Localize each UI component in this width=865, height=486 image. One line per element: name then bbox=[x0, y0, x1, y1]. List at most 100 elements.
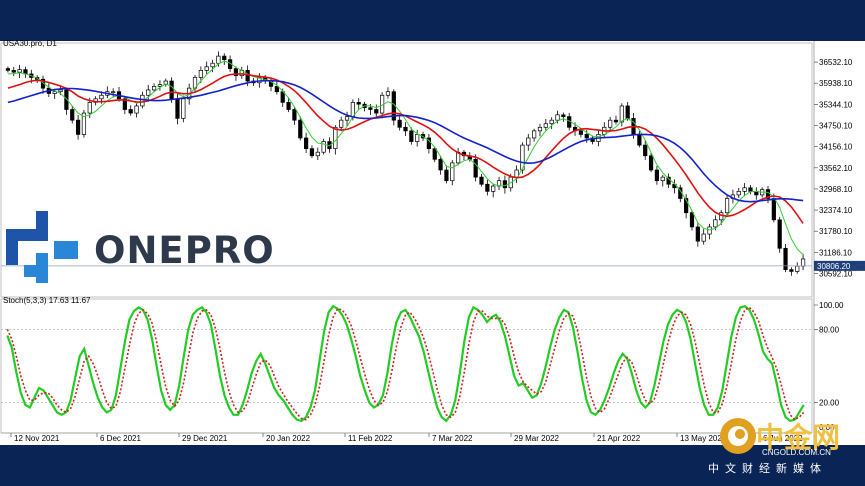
candle-body bbox=[181, 98, 186, 119]
price-tick-label: 34156.10 bbox=[819, 143, 853, 152]
time-tick-label: 21 Apr 2022 bbox=[597, 434, 641, 443]
candle-body bbox=[298, 119, 303, 139]
candle-body bbox=[724, 198, 730, 214]
candle-body bbox=[526, 137, 531, 146]
candle-body bbox=[146, 89, 151, 96]
candle-body bbox=[643, 144, 648, 157]
cngold-tagline: 中文财经新媒体 bbox=[708, 462, 827, 475]
cngold-logo: 中金网 CNGOLD.COM.CN 中文财经新媒体 bbox=[708, 410, 865, 486]
time-tick-label: 7 Mar 2022 bbox=[432, 434, 473, 443]
cngold-domain: CNGOLD.COM.CN bbox=[762, 448, 831, 457]
candle-body bbox=[713, 219, 718, 228]
candle-body bbox=[707, 226, 712, 235]
time-tick-label: 6 Dec 2021 bbox=[100, 434, 141, 443]
candle-body bbox=[292, 109, 297, 121]
candle-body bbox=[549, 119, 554, 125]
candle-body bbox=[578, 130, 584, 135]
candle-body bbox=[415, 134, 420, 142]
candle-body bbox=[432, 148, 437, 160]
onepro-logo-icon bbox=[6, 211, 78, 283]
candle-body bbox=[625, 105, 630, 119]
candle-body bbox=[11, 70, 16, 73]
candle-body bbox=[75, 119, 81, 135]
price-tick-label: 31186.10 bbox=[819, 248, 852, 257]
candle-body bbox=[128, 109, 133, 114]
time-tick-label: 12 Nov 2021 bbox=[14, 434, 60, 443]
stoch-lines bbox=[6, 304, 805, 423]
candle-body bbox=[397, 119, 402, 128]
stoch-tick-label: 20.00 bbox=[819, 399, 840, 408]
price-tick-label: 31780.10 bbox=[819, 227, 853, 236]
candle-body bbox=[385, 91, 391, 96]
price-tick-label: 32374.10 bbox=[819, 206, 853, 215]
candle-body bbox=[654, 169, 660, 182]
candle-body bbox=[748, 187, 753, 192]
candle-body bbox=[409, 130, 414, 142]
candle-body bbox=[637, 134, 642, 146]
candle-body bbox=[333, 126, 338, 149]
candle-body bbox=[777, 219, 782, 249]
candle-body bbox=[111, 91, 116, 94]
candle-body bbox=[175, 98, 180, 119]
candle-body bbox=[502, 180, 507, 189]
candle-body bbox=[783, 247, 788, 270]
price-tick-label: 35938.10 bbox=[819, 79, 853, 88]
price-tick-label: 33562.10 bbox=[819, 164, 853, 173]
onepro-wordmark: ONEPRO bbox=[94, 229, 275, 272]
candle-body bbox=[479, 176, 484, 185]
candle-body bbox=[403, 126, 408, 132]
candle-body bbox=[304, 137, 309, 149]
candle-body bbox=[800, 258, 806, 267]
candle-body bbox=[543, 123, 548, 128]
candle-body bbox=[204, 66, 209, 71]
candle-body bbox=[795, 265, 800, 272]
price-tick-label: 34750.10 bbox=[819, 122, 853, 131]
candle-body bbox=[374, 109, 379, 114]
stoch-main-line bbox=[6, 304, 805, 423]
candle-body bbox=[169, 80, 174, 100]
candle-body bbox=[789, 269, 794, 272]
candle-body bbox=[689, 212, 695, 228]
candle-body bbox=[619, 105, 624, 123]
candle-body bbox=[648, 155, 654, 171]
candle-body bbox=[315, 151, 320, 157]
candle-body bbox=[99, 94, 104, 100]
stoch-gridlines bbox=[0, 298, 813, 434]
candle-body bbox=[555, 114, 560, 121]
candle-body bbox=[444, 169, 449, 182]
chart-panel: 36532.10 35938.10 35344.10 34750.10 34156.10… bbox=[0, 39, 865, 445]
candle-body bbox=[450, 162, 455, 182]
current-price-label: 30806.20 bbox=[817, 262, 851, 271]
onepro-logo: ONEPRO bbox=[6, 211, 274, 283]
candle-body bbox=[17, 69, 22, 73]
candle-body bbox=[280, 91, 285, 103]
candle-body bbox=[736, 191, 741, 196]
candle-body bbox=[321, 141, 326, 153]
candle-body bbox=[344, 116, 350, 121]
candle-body bbox=[339, 119, 344, 128]
candle-body bbox=[87, 102, 92, 114]
candle-body bbox=[742, 187, 747, 192]
candle-body bbox=[491, 185, 496, 192]
candle-body bbox=[368, 107, 373, 110]
candle-body bbox=[286, 102, 291, 110]
candle-body bbox=[561, 114, 566, 117]
candle-body bbox=[151, 86, 157, 91]
candle-body bbox=[134, 105, 139, 114]
candle-body bbox=[485, 183, 490, 192]
time-tick-label: 29 Mar 2022 bbox=[514, 434, 559, 443]
candle-body bbox=[58, 89, 63, 93]
candle-body bbox=[608, 119, 613, 128]
cngold-logo-icon bbox=[720, 418, 756, 454]
candle-body bbox=[771, 198, 776, 221]
candle-body bbox=[532, 130, 537, 139]
candle-body bbox=[5, 68, 11, 71]
stoch-tick-label: 80.00 bbox=[819, 325, 840, 334]
candle-body bbox=[537, 126, 543, 132]
price-tick-label: 32968.10 bbox=[819, 185, 853, 194]
candle-body bbox=[216, 55, 221, 64]
candle-body bbox=[660, 176, 665, 182]
price-tick-label: 36532.10 bbox=[819, 58, 853, 67]
time-tick-label: 29 Dec 2021 bbox=[182, 434, 228, 443]
candle-body bbox=[473, 158, 478, 178]
